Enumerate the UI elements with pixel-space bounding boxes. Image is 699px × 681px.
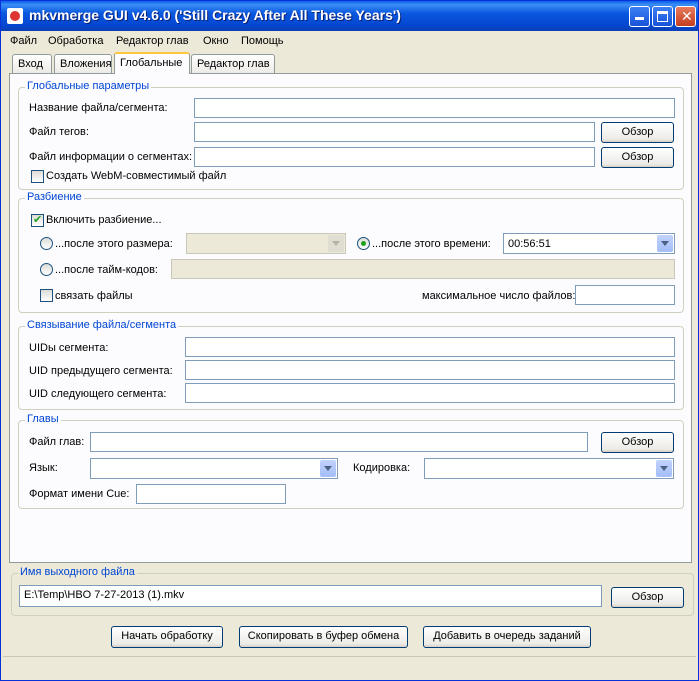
- chapter-language-label: Язык:: [29, 462, 58, 474]
- segment-title-input[interactable]: [194, 98, 675, 118]
- minimize-icon: [635, 17, 644, 20]
- tags-browse-button[interactable]: Обзор: [601, 122, 674, 143]
- chevron-down-icon: [657, 235, 673, 252]
- menu-help[interactable]: Помощь: [241, 35, 284, 47]
- app-icon: [7, 8, 23, 24]
- window-title: mkvmerge GUI v4.6.0 ('Still Crazy After …: [29, 7, 401, 23]
- prev-uid-input[interactable]: [185, 360, 675, 380]
- menu-process[interactable]: Обработка: [48, 35, 103, 47]
- menu-file[interactable]: Файл: [10, 35, 37, 47]
- chapter-file-label: Файл глав:: [29, 436, 85, 448]
- main-window: mkvmerge GUI v4.6.0 ('Still Crazy After …: [0, 0, 699, 681]
- chapter-charset-combo[interactable]: [424, 458, 674, 479]
- chevron-down-icon: [328, 235, 344, 252]
- tab-input[interactable]: Вход: [12, 54, 52, 73]
- menu-window[interactable]: Окно: [203, 35, 229, 47]
- cue-format-label: Формат имени Cue:: [29, 488, 130, 500]
- global-options-title: Глобальные параметры: [25, 80, 152, 92]
- link-files-checkbox[interactable]: [40, 289, 53, 302]
- output-file-input[interactable]: E:\Temp\HBO 7-27-2013 (1).mkv: [19, 585, 602, 607]
- chapters-title: Главы: [25, 413, 61, 425]
- segment-info-input[interactable]: [194, 147, 595, 167]
- maximize-button[interactable]: [652, 6, 673, 27]
- maximize-icon: [657, 11, 668, 22]
- menu-chapter-editor[interactable]: Редактор глав: [116, 35, 189, 47]
- max-files-label: максимальное число файлов:: [422, 290, 576, 302]
- tab-chapter-editor[interactable]: Редактор глав: [191, 54, 275, 73]
- output-group: Имя выходного файла E:\Temp\HBO 7-27-201…: [11, 566, 694, 616]
- split-by-time-label: ...после этого времени:: [372, 238, 491, 250]
- cue-format-input[interactable]: [136, 484, 286, 504]
- chapter-browse-button[interactable]: Обзор: [601, 432, 674, 453]
- status-bar: [3, 656, 696, 678]
- split-by-timecodes-label: ...после тайм-кодов:: [55, 264, 158, 276]
- tab-attachments[interactable]: Вложения: [54, 54, 112, 73]
- split-time-value: 00:56:51: [508, 238, 551, 250]
- title-bar[interactable]: mkvmerge GUI v4.6.0 ('Still Crazy After …: [1, 1, 698, 31]
- add-to-queue-button[interactable]: Добавить в очередь заданий: [423, 626, 591, 648]
- tags-file-label: Файл тегов:: [29, 126, 89, 138]
- max-files-input[interactable]: [575, 285, 675, 305]
- enable-split-checkbox[interactable]: [31, 213, 44, 227]
- split-by-time-radio[interactable]: [357, 237, 370, 250]
- webm-checkbox[interactable]: [31, 170, 44, 183]
- start-muxing-button[interactable]: Начать обработку: [111, 626, 223, 648]
- chapter-file-input[interactable]: [90, 432, 588, 452]
- menu-bar: Файл Обработка Редактор глав Окно Помощь: [1, 31, 698, 52]
- split-by-size-radio[interactable]: [40, 237, 53, 250]
- close-button[interactable]: ✕: [675, 6, 696, 27]
- tab-global[interactable]: Глобальные: [114, 52, 190, 74]
- splitting-group: Разбиение Включить разбиение... ...после…: [18, 191, 684, 313]
- segment-info-browse-button[interactable]: Обзор: [601, 147, 674, 168]
- next-uid-label: UID следующего сегмента:: [29, 388, 167, 400]
- splitting-title: Разбиение: [25, 191, 84, 203]
- webm-label: Создать WebM-совместимый файл: [46, 170, 227, 182]
- split-time-combo[interactable]: 00:56:51: [503, 233, 675, 254]
- linking-group: Связывание файла/сегмента UIDы сегмента:…: [18, 319, 684, 410]
- global-options-group: Глобальные параметры Название файла/сегм…: [18, 80, 684, 190]
- close-icon: ✕: [681, 8, 693, 24]
- copy-to-clipboard-button[interactable]: Скопировать в буфер обмена: [239, 626, 408, 648]
- linking-title: Связывание файла/сегмента: [25, 319, 179, 331]
- segment-uids-label: UIDы сегмента:: [29, 342, 109, 354]
- segment-title-label: Название файла/сегмента:: [29, 102, 168, 114]
- next-uid-input[interactable]: [185, 383, 675, 403]
- split-size-combo[interactable]: [186, 233, 346, 254]
- segment-info-label: Файл информации о сегментах:: [29, 151, 193, 163]
- split-by-size-label: ...после этого размера:: [55, 238, 173, 250]
- split-by-timecodes-radio[interactable]: [40, 263, 53, 276]
- chapter-charset-label: Кодировка:: [353, 462, 411, 474]
- chevron-down-icon: [656, 460, 672, 477]
- chapters-group: Главы Файл глав: Обзор Язык: Кодировка: …: [18, 413, 684, 509]
- minimize-button[interactable]: [629, 6, 650, 27]
- enable-split-label: Включить разбиение...: [46, 214, 162, 226]
- chevron-down-icon: [320, 460, 336, 477]
- prev-uid-label: UID предыдущего сегмента:: [29, 365, 173, 377]
- link-files-label: связать файлы: [55, 290, 133, 302]
- tags-file-input[interactable]: [194, 122, 595, 142]
- split-timecodes-input[interactable]: [171, 259, 675, 279]
- segment-uids-input[interactable]: [185, 337, 675, 357]
- chapter-language-combo[interactable]: [90, 458, 338, 479]
- output-title: Имя выходного файла: [18, 566, 137, 578]
- global-tab-panel: Глобальные параметры Название файла/сегм…: [9, 73, 692, 563]
- output-browse-button[interactable]: Обзор: [611, 587, 684, 608]
